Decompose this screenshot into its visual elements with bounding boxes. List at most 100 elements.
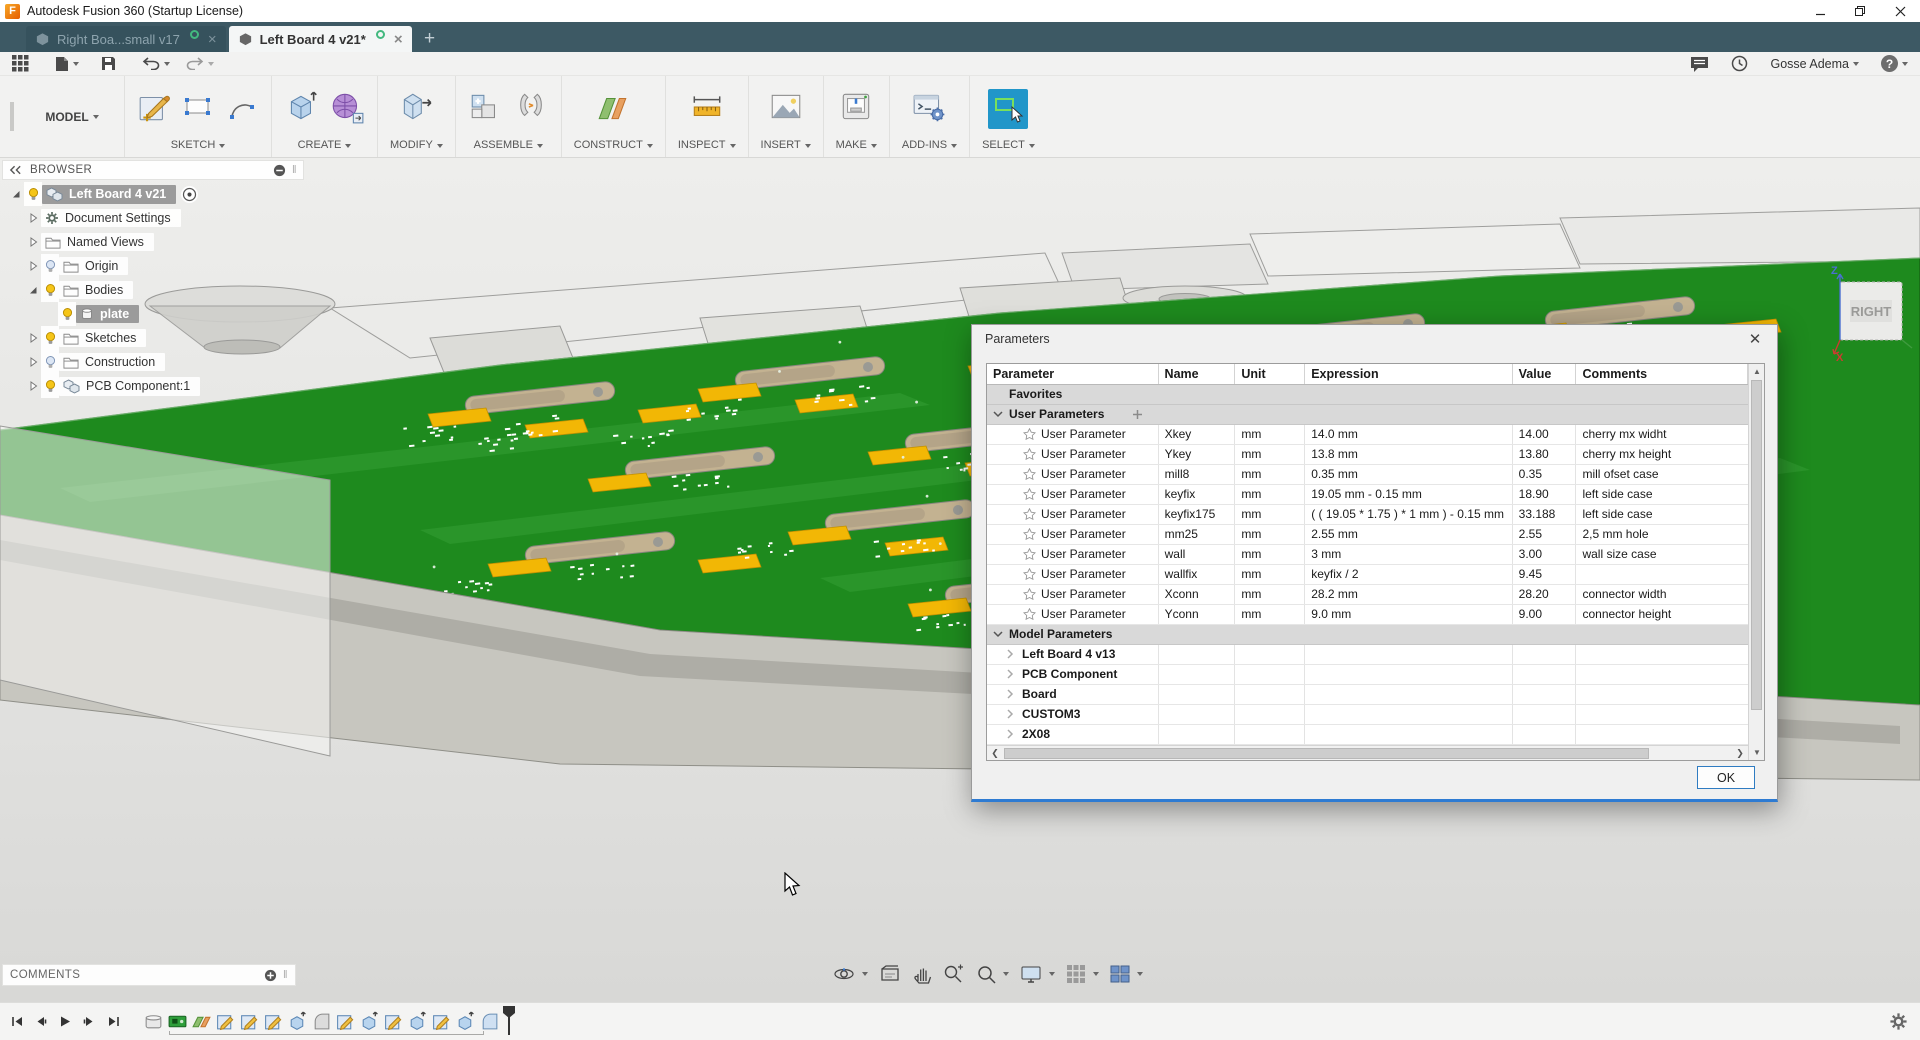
expression-cell[interactable]: 0.35 mm [1305,465,1512,484]
ribbon-panel-label[interactable]: INSPECT [678,137,736,154]
construction-plane-icon[interactable] [595,89,631,130]
display-settings-tool[interactable] [1020,965,1055,984]
visibility-bulb-on-icon[interactable] [41,326,59,350]
expander-icon[interactable] [25,357,41,367]
timeline-feature-plane[interactable] [191,1011,212,1032]
visibility-bulb-on-icon[interactable] [41,278,59,302]
browser-item-plate[interactable]: plate [2,302,304,326]
new-component-icon[interactable] [468,89,504,130]
extrude-icon[interactable] [284,89,320,130]
section-row[interactable]: User Parameters [987,405,1748,425]
redo-button[interactable] [186,57,214,70]
model-parameter-group-row[interactable]: PCB Component [987,665,1748,685]
timeline-feature-pcb[interactable] [167,1011,188,1032]
dialog-close-icon[interactable]: ✕ [1745,330,1765,348]
restore-button[interactable] [1840,0,1880,22]
collapse-panel-icon[interactable] [9,165,22,175]
new-tab-button[interactable]: + [415,26,445,52]
column-header[interactable]: Comments [1576,364,1748,384]
timeline-feature-extrude[interactable] [287,1011,308,1032]
pan-tool[interactable] [912,964,932,984]
comment-cell[interactable]: cherry mx widht [1576,425,1748,444]
timeline-feature-extrude[interactable] [407,1011,428,1032]
orbit-tool[interactable] [833,964,868,984]
ribbon-panel-label[interactable]: MODIFY [390,137,443,154]
comment-cell[interactable]: cherry mx height [1576,445,1748,464]
parameter-row[interactable]: User Parameter mm25 mm 2.55 mm 2.55 2,5 … [987,525,1748,545]
arc-tool-icon[interactable] [225,90,259,129]
parameter-row[interactable]: User Parameter keyfix175 mm ( ( 19.05 * … [987,505,1748,525]
model-parameter-group-row[interactable]: Board [987,685,1748,705]
timeline-feature-sketch[interactable] [263,1011,284,1032]
ribbon-panel-label[interactable]: SELECT [982,137,1035,154]
rectangle-tool-icon[interactable] [182,90,216,129]
expression-cell[interactable]: 9.0 mm [1305,605,1512,624]
parameter-row[interactable]: User Parameter Yconn mm 9.0 mm 9.00 conn… [987,605,1748,625]
favorite-star-icon[interactable] [1023,448,1036,460]
column-header[interactable]: Expression [1305,364,1512,384]
ribbon-panel-label[interactable]: MAKE [836,137,877,154]
zoom-tool[interactable] [943,964,965,984]
scroll-down-icon[interactable]: ▼ [1749,745,1765,760]
favorite-star-icon[interactable] [1023,528,1036,540]
parameter-row[interactable]: User Parameter Ykey mm 13.8 mm 13.80 che… [987,445,1748,465]
help-menu[interactable]: ? [1881,55,1908,72]
expression-cell[interactable]: 3 mm [1305,545,1512,564]
step-forward-button[interactable] [82,1015,97,1028]
browser-item-sketches[interactable]: Sketches [2,326,304,350]
comment-cell[interactable]: left side case [1576,485,1748,504]
ribbon-panel-label[interactable]: CREATE [298,137,352,154]
favorite-star-icon[interactable] [1023,508,1036,520]
scrollbar-thumb[interactable] [1751,380,1762,710]
column-header[interactable]: Value [1513,364,1577,384]
column-header[interactable]: Unit [1235,364,1305,384]
visibility-bulb-on-icon[interactable] [41,374,59,398]
insert-image-icon[interactable] [768,89,804,130]
browser-item-bodies[interactable]: Bodies [2,278,304,302]
step-back-button[interactable] [34,1015,49,1028]
column-header[interactable]: Parameter [987,364,1159,384]
timeline-feature-sketch[interactable] [431,1011,452,1032]
browser-item-pcb-component-1[interactable]: PCB Component:1 [2,374,304,398]
favorite-star-icon[interactable] [1023,608,1036,620]
visibility-bulb-off-icon[interactable] [41,350,59,374]
expander-icon[interactable] [25,333,41,343]
ribbon-panel-label[interactable]: ADD-INS [902,137,957,154]
add-parameter-icon[interactable] [1132,409,1143,420]
grid-layout-tool[interactable] [1066,964,1099,984]
joint-icon[interactable] [513,89,549,130]
expression-cell[interactable]: 13.8 mm [1305,445,1512,464]
horizontal-scrollbar[interactable]: ❮ ❯ [987,745,1748,760]
timeline-feature-fillet-round[interactable] [479,1011,500,1032]
expression-cell[interactable]: 14.0 mm [1305,425,1512,444]
timeline-feature-sketch[interactable] [335,1011,356,1032]
undo-button[interactable] [142,57,170,70]
document-tab[interactable]: Left Board 4 v21* × [229,26,412,52]
close-button[interactable] [1880,0,1920,22]
expression-cell[interactable]: keyfix / 2 [1305,565,1512,584]
model-parameter-group-row[interactable]: Left Board 4 v13 [987,645,1748,665]
timeline-feature-sketch[interactable] [239,1011,260,1032]
timeline-position-marker[interactable] [502,1005,516,1035]
browser-item-named-views[interactable]: Named Views [2,230,304,254]
panel-expand-icon[interactable] [264,969,277,982]
timeline-feature-fillet[interactable] [311,1011,332,1032]
zoom-window-tool[interactable] [976,964,1009,984]
skip-end-button[interactable] [106,1015,121,1028]
vertical-scrollbar[interactable]: ▲ ▼ [1748,364,1764,760]
favorite-star-icon[interactable] [1023,548,1036,560]
model-parameter-group-row[interactable]: CUSTOM3 [987,705,1748,725]
parameter-row[interactable]: User Parameter mill8 mm 0.35 mm 0.35 mil… [987,465,1748,485]
scrollbar-thumb[interactable] [1004,748,1649,759]
favorite-star-icon[interactable] [1023,468,1036,480]
document-tab[interactable]: Right Boa...small v17 × [26,26,226,52]
ribbon-panel-label[interactable]: ASSEMBLE [474,137,543,154]
3d-print-icon[interactable] [838,89,874,130]
expander-icon[interactable] [25,285,41,295]
activate-component-radio[interactable] [181,186,198,203]
timeline-feature-sketch[interactable] [383,1011,404,1032]
scripts-addins-icon[interactable] [911,89,947,130]
comment-cell[interactable]: connector width [1576,585,1748,604]
file-menu-button[interactable] [55,56,79,72]
create-sketch-icon[interactable] [137,89,173,130]
